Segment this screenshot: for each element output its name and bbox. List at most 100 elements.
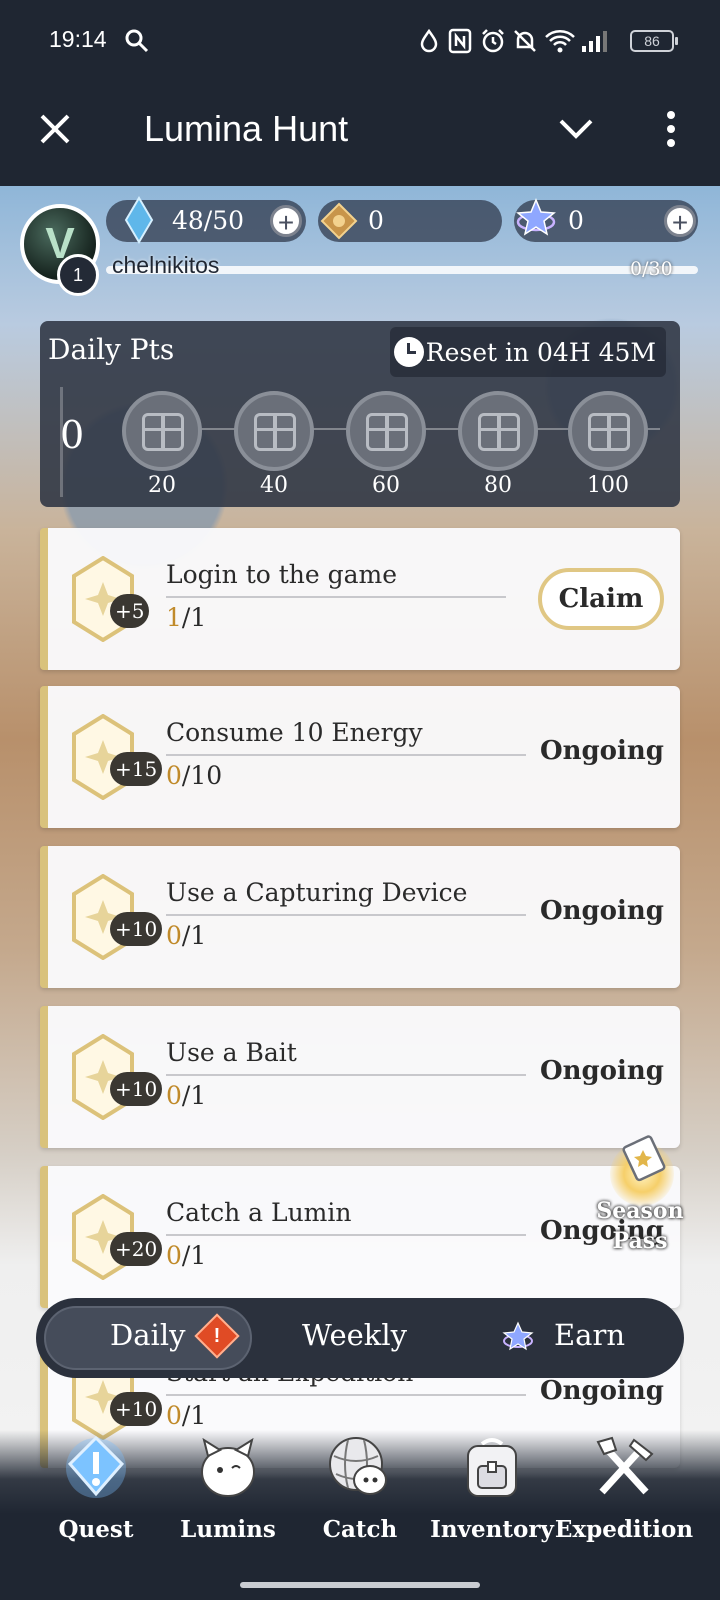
backpack-icon <box>467 1438 517 1497</box>
quest-progress-current: 0 <box>166 1081 182 1110</box>
nav-catch-label: Catch <box>322 1516 398 1543</box>
milestone-label: 60 <box>372 473 400 498</box>
quest-title: Consume 10 Energy <box>166 718 423 747</box>
milestone-label: 80 <box>484 473 512 498</box>
milestone-gift-100[interactable] <box>568 391 648 471</box>
ticket-icon <box>622 1135 666 1182</box>
quest-divider <box>166 1394 526 1396</box>
status-time: 19:14 <box>49 26 107 52</box>
nav-catch[interactable]: Catch <box>290 1430 430 1570</box>
milestone-label: 100 <box>587 473 629 498</box>
quest-title: Use a Bait <box>166 1038 297 1067</box>
capture-ball-icon <box>329 1437 387 1495</box>
quest-status: Ongoing <box>539 1376 664 1406</box>
battery-indicator: 86 <box>630 30 678 52</box>
nav-quest[interactable]: Quest <box>26 1430 166 1570</box>
app-title: Lumina Hunt <box>144 108 349 149</box>
nav-expedition[interactable]: Expedition <box>554 1430 694 1570</box>
quest-title: Login to the game <box>166 560 398 589</box>
quest-progress: 0/1 <box>166 1401 206 1430</box>
nfc-icon <box>448 28 472 54</box>
chevron-down-icon[interactable] <box>558 118 594 140</box>
nav-quest-label: Quest <box>58 1516 134 1543</box>
expedition-tools-icon <box>596 1436 654 1495</box>
quest-divider <box>166 754 526 756</box>
nav-inventory-label: Inventory <box>430 1516 554 1543</box>
alert-badge-mark: ! <box>213 1325 221 1347</box>
quest-card: +15 Consume 10 Energy 0/10 Ongoing <box>40 686 680 828</box>
claim-button[interactable]: Claim <box>538 568 664 630</box>
bottom-nav: Quest Lumins Catch Inventory Expedition <box>0 1430 720 1570</box>
energy-bar: 48/50 + <box>106 196 306 244</box>
milestone-gift-40[interactable] <box>234 391 314 471</box>
nav-lumins-label: Lumins <box>180 1516 276 1543</box>
lumin-creature-icon <box>201 1437 255 1497</box>
gift-icon <box>366 413 408 451</box>
tab-earn[interactable]: Earn <box>500 1314 660 1362</box>
mute-icon <box>514 30 536 52</box>
nav-expedition-label: Expedition <box>554 1516 694 1543</box>
quest-progress-current: 1 <box>166 603 182 632</box>
coin-icon <box>320 202 358 240</box>
star-orb-icon <box>516 198 556 236</box>
quest-tab-bar: Daily ! Weekly Earn <box>36 1298 684 1378</box>
quest-progress-current: 0 <box>166 761 182 790</box>
nav-lumins[interactable]: Lumins <box>158 1430 298 1570</box>
quest-progress-total: /1 <box>181 1081 207 1110</box>
quest-divider <box>166 914 526 916</box>
gift-icon <box>142 413 184 451</box>
season-pass-label: Season Pass <box>596 1198 684 1254</box>
star-orb-icon <box>502 1321 534 1351</box>
quest-points: +15 <box>110 752 163 786</box>
milestone-gift-20[interactable] <box>122 391 202 471</box>
quest-card: +20 Catch a Lumin 0/1 Ongoing <box>40 1166 680 1308</box>
star-value: 0 <box>568 206 584 235</box>
gift-icon <box>478 413 520 451</box>
home-handle[interactable] <box>240 1582 480 1588</box>
season-pass-button[interactable]: Season Pass <box>594 1135 694 1256</box>
level-badge: 1 <box>57 254 99 296</box>
milestone-gift-80[interactable] <box>458 391 538 471</box>
quest-progress-current: 0 <box>166 921 182 950</box>
quest-progress: 0/1 <box>166 1081 206 1110</box>
add-energy-button[interactable]: + <box>270 205 302 238</box>
quest-points: +10 <box>110 912 163 946</box>
wifi-icon <box>545 30 575 53</box>
quest-status: Ongoing <box>539 1056 664 1086</box>
add-star-button[interactable]: + <box>664 205 696 238</box>
gift-icon <box>254 413 296 451</box>
quest-progress-total: /10 <box>181 761 223 790</box>
coin-bar: 0 <box>318 200 502 242</box>
daily-points-panel: Daily Pts Reset in 04H 45M 0 20 40 60 80… <box>40 321 680 507</box>
more-vert-icon[interactable] <box>664 110 678 148</box>
quest-title: Use a Capturing Device <box>166 878 468 907</box>
quest-progress-current: 0 <box>166 1241 182 1270</box>
quest-progress: 0/1 <box>166 1241 206 1270</box>
quest-progress-total: /1 <box>181 1241 207 1270</box>
milestone-label: 20 <box>148 473 176 498</box>
nav-inventory[interactable]: Inventory <box>422 1430 562 1570</box>
quest-status: Ongoing <box>539 736 664 766</box>
daily-points-value: 0 <box>60 413 85 457</box>
milestone-gift-60[interactable] <box>346 391 426 471</box>
clock-icon <box>393 337 424 367</box>
quest-points: +10 <box>110 1392 163 1426</box>
quest-divider <box>166 1074 526 1076</box>
quest-points: +5 <box>110 594 150 628</box>
quest-title: Catch a Lumin <box>166 1198 352 1227</box>
energy-value: 48/50 <box>172 206 245 235</box>
tab-daily-label: Daily <box>110 1318 186 1352</box>
quest-status: Ongoing <box>539 896 664 926</box>
quest-card[interactable]: +5 Login to the game 1/1 Claim <box>40 528 680 670</box>
xp-text: 0/30 <box>630 258 673 280</box>
tab-weekly[interactable]: Weekly <box>302 1318 407 1352</box>
energy-crystal-icon <box>124 196 154 244</box>
quest-progress: 1/1 <box>166 603 206 632</box>
game-view: 48/50 + 0 0 + 0/30 chelnikitos V 1 Daily… <box>0 186 720 1570</box>
search-icon <box>125 29 149 53</box>
quest-progress-total: /1 <box>181 603 207 632</box>
close-icon[interactable] <box>38 112 72 146</box>
username: chelnikitos <box>112 252 220 278</box>
app-bar: Lumina Hunt <box>0 84 720 186</box>
quest-points: +10 <box>110 1072 163 1106</box>
